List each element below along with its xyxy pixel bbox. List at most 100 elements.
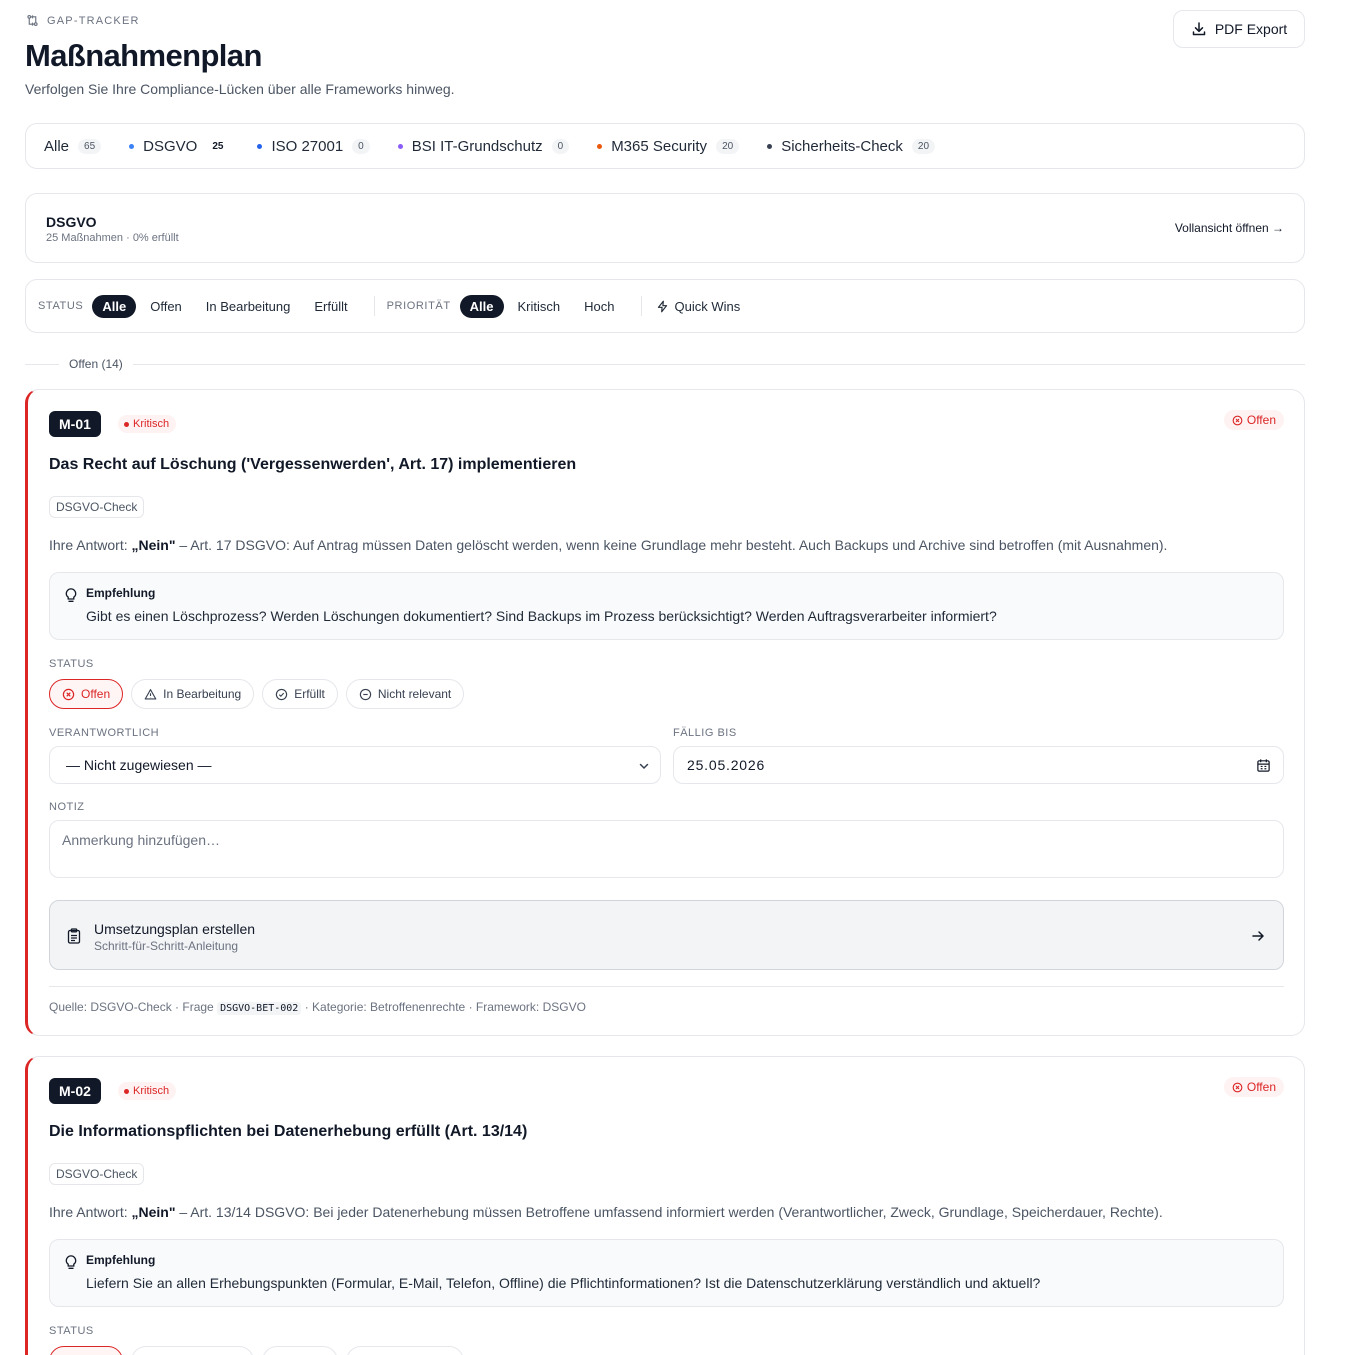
source-suffix: · Kategorie: Betroffenenrechte · Framewo… xyxy=(304,1000,586,1014)
status-option-nicht-relevant[interactable]: Nicht relevant xyxy=(345,679,465,709)
page-title: Maßnahmenplan xyxy=(25,38,262,73)
owner-select-value: — Nicht zugewiesen — xyxy=(66,757,212,773)
framework-summary: DSGVO 25 Maßnahmen · 0% erfüllt Vollansi… xyxy=(25,193,1305,263)
eyebrow-label: GAP-TRACKER xyxy=(47,14,140,27)
page-subtitle: Verfolgen Sie Ihre Compliance-Lücken übe… xyxy=(25,81,455,97)
answer-value: „Nein" xyxy=(131,1204,176,1220)
recommendation-box: Empfehlung Gibt es einen Löschprozess? W… xyxy=(49,572,1284,640)
pdf-export-button[interactable]: PDF Export xyxy=(1173,10,1305,48)
source-tag: DSGVO-Check xyxy=(49,1163,145,1185)
status-option-label: Erfüllt xyxy=(294,687,325,701)
priority-filter-alle[interactable]: Alle xyxy=(459,294,504,318)
answer-prefix: Ihre Antwort: xyxy=(49,1204,128,1220)
check-circle-icon xyxy=(276,688,288,700)
chevron-down-icon xyxy=(639,763,649,770)
x-circle-icon xyxy=(1232,1082,1243,1092)
priority-badge: Kritisch xyxy=(118,1082,177,1100)
quick-wins-filter[interactable]: Quick Wins xyxy=(654,298,741,314)
divider-line xyxy=(132,363,1305,365)
filter-bar: STATUS Alle Offen In Bearbeitung Erfüllt… xyxy=(25,279,1305,333)
divider-line xyxy=(25,363,59,365)
create-plan-subtitle: Schritt-für-Schritt-Anleitung xyxy=(94,939,239,953)
recommendation-text: Liefern Sie an allen Erhebungspunkten (F… xyxy=(86,1275,1041,1291)
framework-tab-label: ISO 27001 xyxy=(271,137,344,155)
framework-tabs: Alle 65 DSGVO 25 ISO 27001 0 BSI IT-Grun… xyxy=(25,123,1305,169)
measure-card: M-02 Kritisch Offen Die Informationspfli… xyxy=(25,1056,1305,1355)
framework-tab-bsi[interactable]: BSI IT-Grundschutz 0 xyxy=(397,138,570,155)
owner-label: VERANTWORTLICH xyxy=(49,727,160,739)
x-circle-icon xyxy=(62,688,75,700)
answer-value: „Nein" xyxy=(131,537,176,553)
dot-icon xyxy=(597,143,603,149)
calendar-icon[interactable] xyxy=(1256,758,1271,773)
note-input[interactable] xyxy=(49,820,1284,878)
status-option-nicht-relevant[interactable]: Nicht relevant xyxy=(345,1346,465,1355)
owner-select[interactable]: — Nicht zugewiesen — xyxy=(49,746,661,784)
answer-explanation: – Art. 13/14 DSGVO: Bei jeder Datenerheb… xyxy=(175,1204,1163,1220)
recommendation-title: Empfehlung xyxy=(86,1253,156,1267)
status-badge-label: Offen xyxy=(1246,413,1276,427)
status-label: STATUS xyxy=(49,658,94,670)
summary-title: DSGVO xyxy=(46,214,97,230)
status-filter-alle[interactable]: Alle xyxy=(92,294,137,318)
priority-filter-label: PRIORITÄT xyxy=(386,300,451,312)
clipboard-list-icon xyxy=(67,928,81,944)
status-option-label: Nicht relevant xyxy=(377,687,452,701)
framework-tab-alle[interactable]: Alle 65 xyxy=(44,138,102,155)
answer-text: Ihre Antwort: „Nein" – Art. 13/14 DSGVO:… xyxy=(49,1204,1163,1220)
status-option-in-bearbeitung[interactable]: In Bearbeitung xyxy=(131,1346,255,1355)
framework-tab-count: 25 xyxy=(212,140,224,152)
status-option-offen[interactable]: Offen xyxy=(49,679,124,709)
summary-subtitle: 25 Maßnahmen · 0% erfüllt xyxy=(46,232,179,244)
due-label: FÄLLIG BIS xyxy=(673,727,737,739)
framework-tab-label: DSGVO xyxy=(143,137,198,155)
filter-divider xyxy=(373,296,375,316)
arrow-right-icon xyxy=(1252,931,1264,941)
create-plan-button[interactable]: Umsetzungsplan erstellen Schritt-für-Sch… xyxy=(49,900,1284,970)
status-option-erfuellt[interactable]: Erfüllt xyxy=(262,679,338,709)
dot-icon xyxy=(397,143,403,149)
breadcrumb: GAP-TRACKER xyxy=(26,14,140,27)
status-filter-in-bearbeitung[interactable]: In Bearbeitung xyxy=(196,295,301,318)
recommendation-box: Empfehlung Liefern Sie an allen Erhebung… xyxy=(49,1239,1284,1307)
framework-tab-sicherheits-check[interactable]: Sicherheits-Check 20 xyxy=(767,138,936,155)
status-option-in-bearbeitung[interactable]: In Bearbeitung xyxy=(131,679,255,709)
status-filter-offen[interactable]: Offen xyxy=(140,295,192,318)
framework-tab-count: 0 xyxy=(551,138,570,154)
measure-id-badge: M-01 xyxy=(49,411,101,437)
filter-divider xyxy=(640,296,642,316)
pdf-export-label: PDF Export xyxy=(1214,21,1288,37)
framework-tab-count: 65 xyxy=(78,138,102,154)
status-filter-erfuellt[interactable]: Erfüllt xyxy=(304,295,357,318)
answer-prefix: Ihre Antwort: xyxy=(49,537,128,553)
priority-filter-hoch[interactable]: Hoch xyxy=(574,295,624,318)
framework-tab-m365[interactable]: M365 Security 20 xyxy=(597,138,740,155)
dot-icon xyxy=(129,143,135,149)
due-date-input[interactable]: 25.05.2026 xyxy=(673,746,1284,784)
recommendation-title: Empfehlung xyxy=(86,586,156,600)
x-circle-icon xyxy=(1232,415,1243,425)
status-badge: Offen xyxy=(1223,1077,1284,1097)
status-label: STATUS xyxy=(49,1325,94,1337)
minus-circle-icon xyxy=(359,688,372,700)
answer-text: Ihre Antwort: „Nein" – Art. 17 DSGVO: Au… xyxy=(49,537,1167,553)
priority-filter-kritisch[interactable]: Kritisch xyxy=(508,295,571,318)
download-icon xyxy=(1192,22,1206,36)
due-date-value: 25.05.2026 xyxy=(687,757,766,773)
source-prefix: Quelle: DSGVO-Check · Frage xyxy=(49,1000,214,1014)
recommendation-text: Gibt es einen Löschprozess? Werden Lösch… xyxy=(86,608,997,624)
status-badge: Offen xyxy=(1223,410,1284,430)
status-filter-label: STATUS xyxy=(38,300,84,312)
framework-tab-dsgvo[interactable]: DSGVO 25 xyxy=(129,138,229,155)
status-option-offen[interactable]: Offen xyxy=(49,1346,124,1355)
framework-tab-count: 20 xyxy=(716,138,740,154)
status-option-erfuellt[interactable]: Erfüllt xyxy=(262,1346,338,1355)
measure-title: Die Informationspflichten bei Datenerheb… xyxy=(49,1123,528,1140)
quick-wins-label: Quick Wins xyxy=(674,298,741,314)
create-plan-title: Umsetzungsplan erstellen xyxy=(94,921,256,937)
alert-triangle-icon xyxy=(144,688,157,700)
framework-tab-iso27001[interactable]: ISO 27001 0 xyxy=(257,137,370,155)
full-view-link[interactable]: Vollansicht öffnen → xyxy=(1175,221,1284,235)
section-divider: Offen (14) xyxy=(25,354,1305,374)
framework-tab-count: 0 xyxy=(352,138,370,154)
